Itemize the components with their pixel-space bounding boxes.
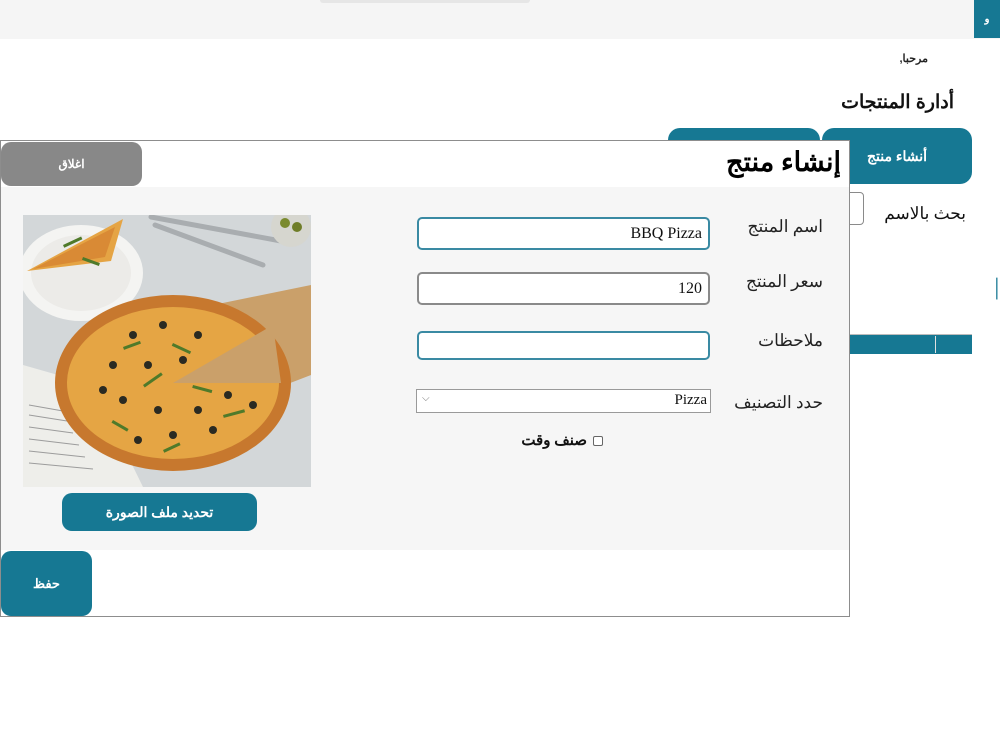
notes-input[interactable] bbox=[417, 331, 710, 360]
modal-body: اسم المنتج سعر المنتج ملاحظات حدد التصني… bbox=[1, 187, 849, 550]
temp-item-row: صنف وقت bbox=[521, 431, 603, 450]
edge-icon: │ bbox=[992, 278, 1000, 298]
product-price-label: سعر المنتج bbox=[745, 272, 823, 291]
product-name-label: اسم المنتج bbox=[747, 217, 824, 236]
category-select[interactable]: Pizza ⌵ bbox=[416, 389, 711, 413]
search-by-name-label: بحث بالاسم bbox=[884, 204, 966, 223]
product-name-input[interactable] bbox=[417, 217, 710, 250]
chevron-down-icon: ⌵ bbox=[422, 393, 430, 404]
product-price-input[interactable] bbox=[417, 272, 710, 305]
page-title: أدارة المنتجات bbox=[841, 92, 954, 113]
save-button[interactable]: حفظ bbox=[1, 551, 92, 616]
product-image bbox=[23, 215, 311, 487]
modal-title: إنشاء منتج bbox=[726, 147, 841, 177]
top-bar-button[interactable]: و bbox=[974, 0, 1000, 38]
upload-image-button[interactable]: تحديد ملف الصورة bbox=[62, 493, 257, 531]
create-product-modal: إنشاء منتج اغلاق اسم المنتج سعر المنتج م… bbox=[0, 140, 850, 617]
products-table-header bbox=[848, 334, 972, 354]
table-header-divider bbox=[935, 336, 936, 353]
temp-item-label: صنف وقت bbox=[521, 433, 587, 449]
category-selected-value: Pizza bbox=[674, 392, 707, 408]
category-label: حدد التصنيف bbox=[734, 393, 823, 412]
top-bar-tab-shadow bbox=[320, 0, 530, 3]
temp-item-checkbox[interactable] bbox=[593, 435, 603, 446]
notes-label: ملاحظات bbox=[758, 331, 823, 350]
pizza-image bbox=[23, 215, 311, 487]
close-button[interactable]: اغلاق bbox=[1, 142, 142, 186]
welcome-text: مرحبا, bbox=[899, 53, 929, 65]
top-bar: و bbox=[0, 0, 1000, 39]
